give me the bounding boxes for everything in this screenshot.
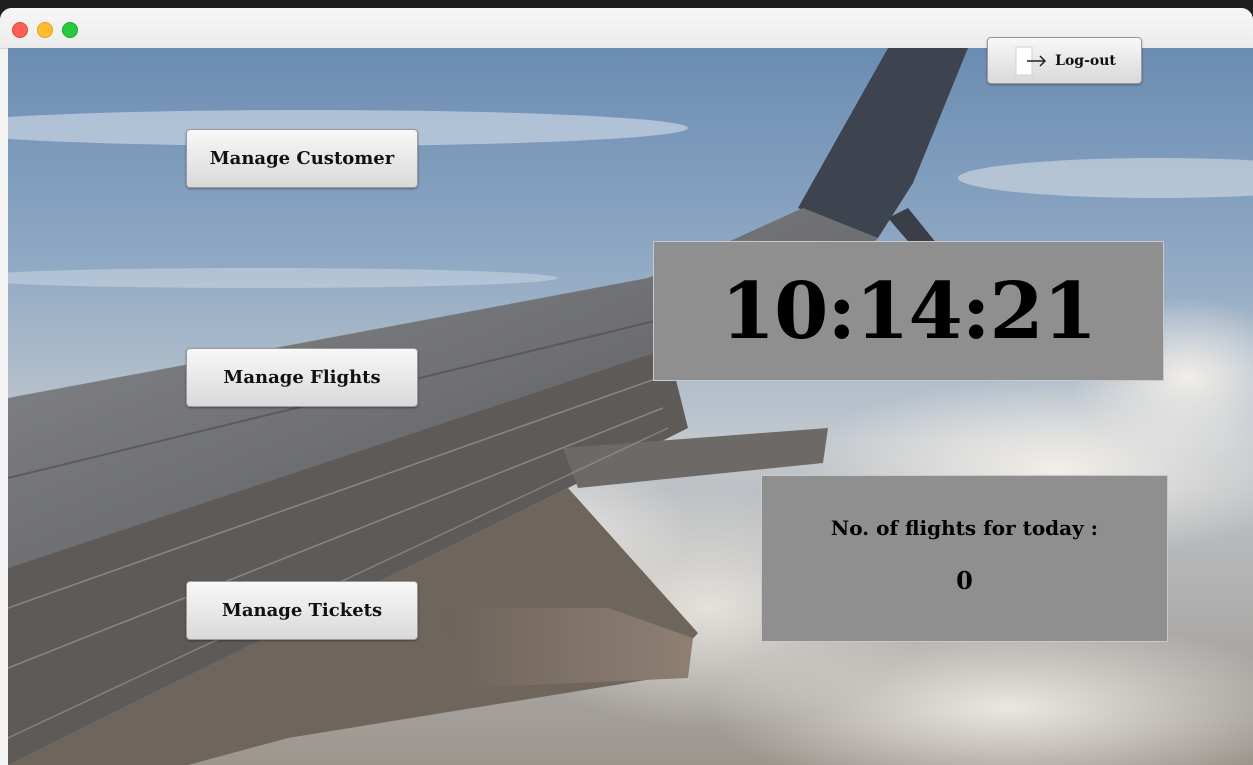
flights-today-panel: No. of flights for today : 0: [761, 475, 1168, 642]
maximize-window-button[interactable]: [62, 22, 78, 38]
logout-label: Log-out: [1055, 52, 1116, 69]
logout-button[interactable]: Log-out: [987, 37, 1142, 84]
app-window: Manage Customer Manage Flights Manage Ti…: [0, 8, 1253, 765]
manage-tickets-button[interactable]: Manage Tickets: [186, 581, 418, 640]
minimize-window-button[interactable]: [37, 22, 53, 38]
manage-customer-button[interactable]: Manage Customer: [186, 129, 418, 188]
clock-time: 10:14:21: [720, 265, 1097, 357]
flights-today-count: 0: [956, 566, 973, 595]
manage-flights-button[interactable]: Manage Flights: [186, 348, 418, 407]
close-window-button[interactable]: [12, 22, 28, 38]
flights-today-label: No. of flights for today :: [830, 516, 1099, 540]
clock-display: 10:14:21: [653, 241, 1164, 381]
logout-icon: [1013, 46, 1049, 76]
